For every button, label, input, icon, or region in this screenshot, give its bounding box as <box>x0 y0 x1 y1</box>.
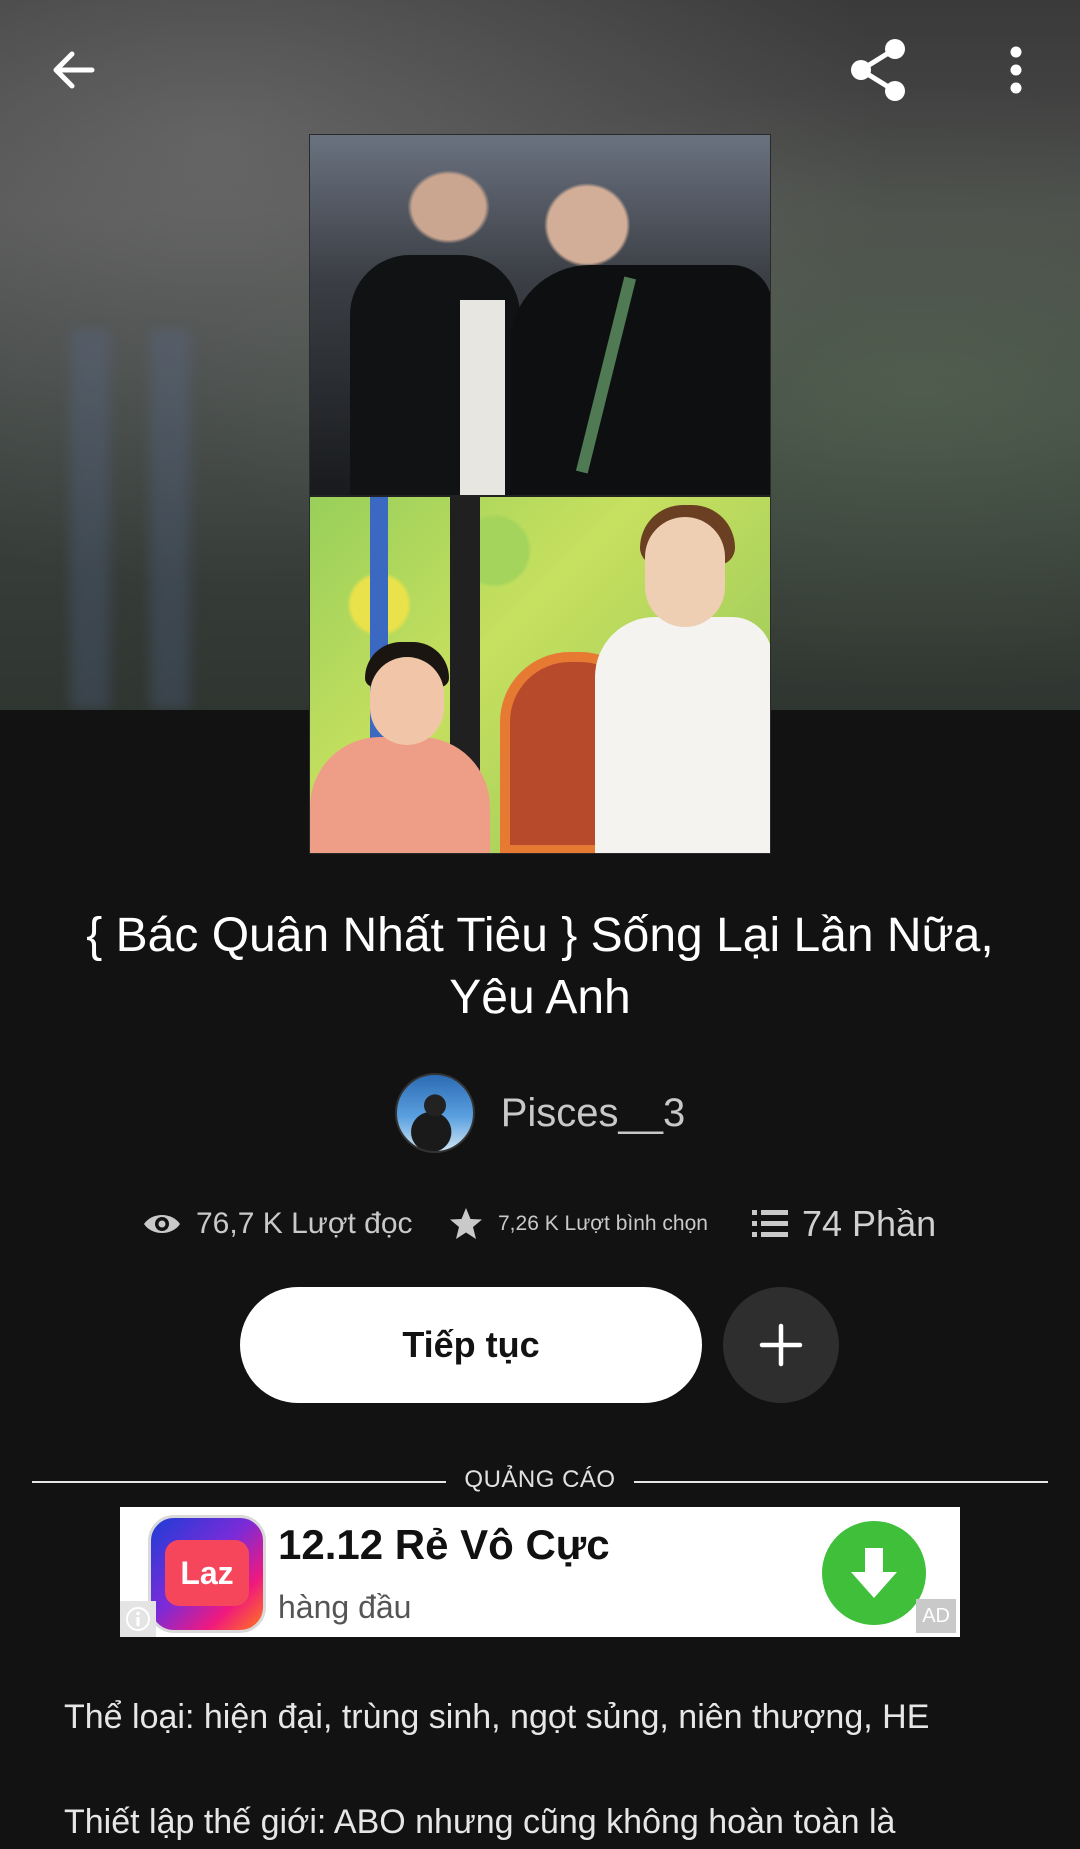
story-stats: 76,7 K Lượt đọc 7,26 K Lượt bình chọn 74… <box>0 1198 1080 1250</box>
ad-subtitle[interactable]: hàng đầu <box>278 1589 411 1626</box>
cover-photo-bottom <box>310 497 770 853</box>
story-description-genre: Thể loại: hiện đại, trùng sinh, ngọt sủn… <box>64 1698 930 1736</box>
lazada-logo[interactable]: Laz <box>148 1515 266 1633</box>
arrow-left-icon <box>53 51 95 89</box>
share-icon <box>851 39 905 101</box>
ad-section-label: QUẢNG CÁO <box>464 1466 616 1493</box>
plus-icon <box>759 1323 803 1367</box>
ad-download-button[interactable] <box>822 1521 926 1625</box>
story-description-setting: Thiết lập thế giới: ABO nhưng cũng không… <box>64 1803 896 1841</box>
author-name[interactable]: Pisces__3 <box>501 1091 686 1136</box>
hero-blur-stripe <box>70 330 110 710</box>
votes-stat: 7,26 K Lượt bình chọn <box>448 1198 708 1250</box>
parts-stat: 74 Phần <box>752 1198 936 1250</box>
votes-count: 7,26 K Lượt bình chọn <box>498 1212 708 1235</box>
eye-icon <box>144 1215 180 1233</box>
more-vertical-icon <box>1010 46 1022 94</box>
ad-banner[interactable]: Laz 12.12 Rẻ Vô Cực hàng đầu AD <box>120 1507 960 1637</box>
star-icon <box>450 1208 482 1239</box>
reads-stat: 76,7 K Lượt đọc <box>142 1198 413 1250</box>
share-button[interactable] <box>840 30 920 110</box>
ad-title[interactable]: 12.12 Rẻ Vô Cực <box>278 1521 610 1569</box>
hero-blur-stripe <box>150 330 190 710</box>
parts-count: 74 Phần <box>802 1203 937 1244</box>
more-options-button[interactable] <box>976 30 1056 110</box>
reads-count: 76,7 K Lượt đọc <box>196 1207 413 1240</box>
list-icon <box>752 1210 788 1237</box>
add-to-library-button[interactable] <box>723 1287 839 1403</box>
avatar[interactable] <box>394 1073 475 1153</box>
ad-logo-text: Laz <box>180 1554 234 1591</box>
cover-photo-top <box>310 135 770 495</box>
download-arrow-icon <box>851 1548 897 1598</box>
author-row[interactable]: Pisces__3 <box>0 1072 1080 1154</box>
continue-reading-button[interactable]: Tiếp tục <box>240 1287 702 1403</box>
ad-badge: AD <box>916 1599 956 1633</box>
back-button[interactable] <box>34 30 114 110</box>
story-cover-image[interactable] <box>309 134 771 854</box>
info-icon <box>126 1607 150 1631</box>
ad-info-button[interactable] <box>120 1601 156 1637</box>
story-title: { Bác Quân Nhất Tiêu } Sống Lại Lần Nữa,… <box>86 909 994 1024</box>
